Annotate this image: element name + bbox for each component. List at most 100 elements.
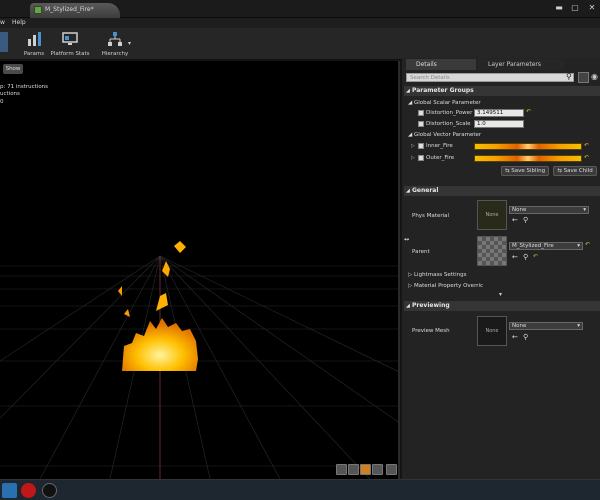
- cursor-icon: ↔: [404, 236, 410, 243]
- reset-arrow-icon[interactable]: ↶: [584, 154, 589, 161]
- vector-group-header[interactable]: ◢ Global Vector Parameter: [408, 132, 481, 138]
- material-property-label: Material Property Overric: [413, 283, 484, 289]
- menu-item-help[interactable]: Help: [12, 19, 26, 26]
- inner-fire-color-swatch[interactable]: [474, 143, 582, 150]
- preview-viewport[interactable]: Show p: 71 instructions uctions 0: [0, 61, 400, 479]
- previewing-header[interactable]: ◢ Previewing: [404, 301, 600, 311]
- browse-icon[interactable]: ⚲: [523, 333, 528, 341]
- use-selected-arrow-icon[interactable]: ←: [512, 216, 518, 224]
- chevron-down-icon[interactable]: ▾: [128, 40, 131, 47]
- reset-arrow-icon[interactable]: ↶: [533, 253, 538, 260]
- show-button[interactable]: Show: [3, 64, 23, 74]
- tab-material[interactable]: M_Stylized_Fire*: [30, 3, 120, 18]
- expand-arrow-icon[interactable]: ▷: [411, 155, 415, 161]
- menu-item-window[interactable]: w: [0, 19, 5, 26]
- parameter-groups-title: Parameter Groups: [412, 87, 474, 94]
- preview-mesh-thumbnail[interactable]: None: [477, 316, 507, 346]
- distortion-power-field[interactable]: 3.149511: [474, 109, 524, 117]
- preview-mesh-value: None: [512, 323, 527, 329]
- browse-icon[interactable]: ⚲: [523, 253, 528, 261]
- outer-fire-label: Outer_Fire: [426, 155, 455, 161]
- save-sibling-label: Save Sibling: [511, 168, 546, 174]
- reset-arrow-icon[interactable]: ↶: [526, 108, 531, 115]
- unreal-engine-icon[interactable]: [42, 483, 57, 498]
- save-child-button[interactable]: ⇆ Save Child: [553, 166, 597, 176]
- stat-line-2: uctions: [0, 91, 20, 97]
- chevron-down-icon: ▾: [577, 243, 580, 249]
- app-icon[interactable]: [2, 483, 17, 498]
- parent-thumbnail[interactable]: [477, 236, 507, 266]
- lightmass-settings-row[interactable]: ▷ Lightmass Settings: [408, 272, 466, 278]
- general-title: General: [412, 187, 439, 194]
- menu-bar: w Help: [0, 18, 600, 28]
- tab-layer-parameters[interactable]: Layer Parameters: [478, 59, 564, 70]
- params-label: Params: [23, 51, 45, 57]
- scalar-group-header[interactable]: ◢ Global Scalar Parameter: [408, 100, 481, 106]
- collapse-arrow-icon: ◢: [406, 188, 410, 194]
- phys-material-value: None: [512, 207, 527, 213]
- minimize-icon[interactable]: ▬: [552, 2, 566, 13]
- inner-fire-label: Inner_Fire: [426, 143, 453, 149]
- preview-mesh-label: Preview Mesh: [412, 328, 450, 334]
- hierarchy-icon: [108, 32, 122, 46]
- bar-chart-icon: [28, 32, 41, 46]
- params-button[interactable]: Params: [20, 31, 48, 59]
- phys-material-thumbnail[interactable]: None: [477, 200, 507, 230]
- phys-material-dropdown[interactable]: None ▾: [509, 206, 589, 214]
- stat-line-1: p: 71 instructions: [0, 84, 49, 90]
- browse-icon[interactable]: ⚲: [523, 216, 528, 224]
- general-header[interactable]: ◢ General: [404, 186, 600, 196]
- toolbar: Params Platform Stats Hierarchy ▾: [0, 28, 600, 60]
- material-icon: [34, 6, 42, 14]
- distortion-power-checkbox[interactable]: [418, 110, 424, 116]
- chevron-down-icon: ▾: [583, 207, 586, 213]
- inner-fire-checkbox[interactable]: [418, 143, 424, 149]
- close-icon[interactable]: ✕: [585, 2, 599, 13]
- title-bar: M_Stylized_Fire* ▬ ▢ ✕: [0, 0, 600, 18]
- expand-more-icon[interactable]: ▾: [499, 291, 502, 298]
- toolbar-partial-icon[interactable]: [0, 32, 8, 52]
- taskbar: [0, 479, 600, 500]
- view-options-icon[interactable]: [578, 72, 589, 83]
- distortion-scale-label: Distortion_Scale: [426, 121, 471, 127]
- sphere-preview-button[interactable]: [336, 464, 347, 475]
- save-sibling-button[interactable]: ⇆ Save Sibling: [501, 166, 549, 176]
- fire-effect: [118, 241, 198, 371]
- distortion-scale-checkbox[interactable]: [418, 121, 424, 127]
- save-child-label: Save Child: [563, 168, 593, 174]
- maximize-icon[interactable]: ▢: [568, 2, 582, 13]
- eye-icon[interactable]: ◉: [591, 72, 598, 81]
- outer-fire-checkbox[interactable]: [418, 155, 424, 161]
- distortion-scale-field[interactable]: 1.0: [474, 120, 524, 128]
- vector-group-label: Global Vector Parameter: [413, 132, 482, 138]
- reset-arrow-icon[interactable]: ↶: [585, 241, 590, 248]
- plane-preview-button[interactable]: [360, 464, 371, 475]
- mesh-preview-button[interactable]: [386, 464, 397, 475]
- previewing-title: Previewing: [412, 302, 450, 309]
- outer-fire-color-swatch[interactable]: [474, 155, 582, 162]
- material-property-row[interactable]: ▷ Material Property Overric: [408, 283, 483, 289]
- use-selected-arrow-icon[interactable]: ←: [512, 253, 518, 261]
- tab-details[interactable]: Details: [406, 59, 476, 70]
- parent-label: Parent: [412, 249, 430, 255]
- chevron-down-icon: ▾: [577, 323, 580, 329]
- distortion-power-label: Distortion_Power: [426, 110, 473, 116]
- platform-stats-button[interactable]: Platform Stats: [50, 31, 90, 59]
- hierarchy-label: Hierarchy: [101, 51, 129, 57]
- opera-icon[interactable]: [21, 483, 36, 498]
- parameter-groups-header[interactable]: ◢ Parameter Groups: [404, 86, 600, 96]
- parent-dropdown[interactable]: M_Stylized_Fire ▾: [509, 242, 583, 250]
- search-input[interactable]: Search Details: [406, 73, 574, 82]
- platform-stats-label: Platform Stats: [50, 51, 90, 57]
- cylinder-preview-button[interactable]: [372, 464, 383, 475]
- preview-mesh-dropdown[interactable]: None ▾: [509, 322, 583, 330]
- monitor-icon: [62, 32, 78, 45]
- cube-preview-button[interactable]: [348, 464, 359, 475]
- reset-arrow-icon[interactable]: ↶: [584, 142, 589, 149]
- tab-label: M_Stylized_Fire*: [45, 6, 94, 13]
- expand-arrow-icon[interactable]: ▷: [411, 143, 415, 149]
- use-selected-arrow-icon[interactable]: ←: [512, 333, 518, 341]
- hierarchy-button[interactable]: Hierarchy: [100, 31, 130, 59]
- stat-line-3: 0: [0, 99, 4, 105]
- search-icon: ⚲: [566, 72, 572, 81]
